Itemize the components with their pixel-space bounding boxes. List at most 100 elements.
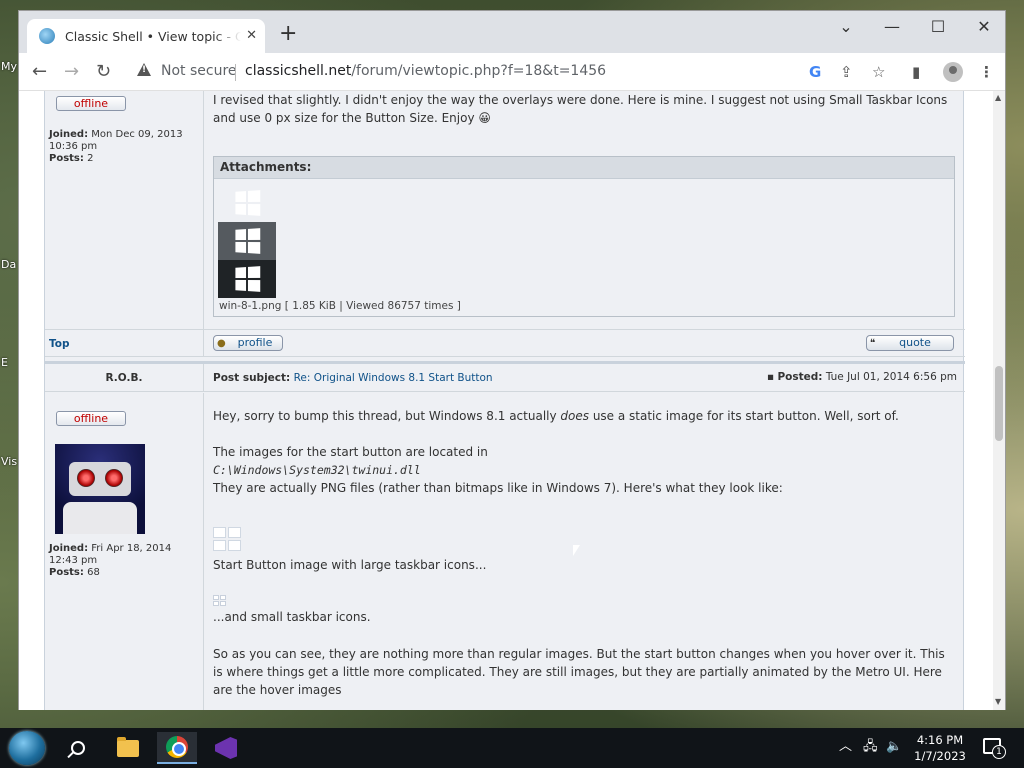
scrollbar-thumb[interactable] [995,366,1003,441]
tab-title: Classic Shell • View topic - Original Wi… [65,28,241,44]
small-start-button-image[interactable] [213,595,226,606]
start-button[interactable] [9,731,45,765]
clock-date: 1/7/2023 [914,749,966,763]
robot-eye [77,469,95,487]
attachments-box: Attachments: win-8-1.png [ 1.85 KiB | Vi… [213,156,955,317]
scroll-down-icon[interactable]: ▼ [995,697,1001,706]
file-explorer-button[interactable] [108,732,148,764]
post1-user-meta: Joined: Mon Dec 09, 2013 10:36 pm Posts:… [49,129,199,165]
post1-text: I revised that slightly. I didn't enjoy … [213,93,948,125]
windows-logo-icon [235,190,261,216]
dll-path: C:\Windows\System32\twinui.dll [213,463,421,477]
close-window-button[interactable]: ✕ [969,17,999,36]
browser-toolbar: ← → ↻ Not secure classicshell.net/forum/… [19,53,1005,91]
post2-subject: Post subject: Re: Original Windows 8.1 S… [213,372,493,384]
profile-button-label: profile [237,336,273,349]
desktop-icon-label[interactable]: My [1,60,17,73]
page-viewport: offline Joined: Mon Dec 09, 2013 10:36 p… [19,91,993,710]
chrome-icon [166,736,188,758]
browser-window: Classic Shell • View topic - Original Wi… [18,10,1006,710]
minimize-button[interactable]: — [877,17,907,36]
warning-icon[interactable] [137,63,151,76]
page-scrollbar[interactable]: ▲ ▼ [993,91,1005,710]
profile-button[interactable]: ● profile [213,335,283,351]
post1-footer: Top ● profile ❝ quote [45,329,965,357]
scroll-up-icon[interactable]: ▲ [995,93,1001,102]
system-clock[interactable]: 4:16 PM 1/7/2023 [910,732,970,764]
back-button[interactable]: ← [32,62,47,82]
forum-post-list: offline Joined: Mon Dec 09, 2013 10:36 p… [44,91,965,710]
subject-link[interactable]: Re: Original Windows 8.1 Start Button [294,372,493,384]
column-divider [203,393,204,710]
large-start-button-image[interactable] [213,527,241,551]
post2-header: R.O.B. Post subject: Re: Original Window… [45,364,965,392]
windows-logo-icon [235,228,261,254]
post2-paragraph-1: Hey, sorry to bump this thread, but Wind… [213,407,958,425]
visual-studio-icon [215,737,237,759]
omnibox-divider [235,64,236,81]
desktop-icon-label[interactable]: Da [1,258,16,271]
posted-value: Tue Jul 01, 2014 6:56 pm [825,371,957,383]
quote-button[interactable]: ❝ quote [866,335,954,351]
side-panel-icon[interactable]: ▮ [912,63,920,81]
tab-close-icon[interactable]: ✕ [246,28,257,44]
post-icon[interactable]: ▪ [767,371,774,383]
caption-small-icons: ...and small taskbar icons. [213,610,371,624]
folder-icon [117,736,139,757]
column-divider [203,364,204,392]
top-link[interactable]: Top [49,338,70,350]
quote-bubble-icon: ❝ [870,338,876,349]
post2-paragraph-2: The images for the start button are loca… [213,443,958,497]
menu-icon[interactable]: ⋮ [979,63,994,81]
posts-label: Posts: [49,567,84,578]
p1-emphasis: does [560,409,589,423]
desktop-icon-label[interactable]: Vis [1,455,17,468]
post2-author[interactable]: R.O.B. [45,372,203,384]
posts-value: 68 [87,567,100,578]
bookmark-star-icon[interactable]: ☆ [872,63,885,81]
security-label[interactable]: Not secure [161,63,237,79]
quote-button-label: quote [899,336,931,349]
online-status-badge: offline [56,411,126,426]
attachment-image-pressed[interactable] [218,260,276,298]
avatar[interactable] [55,444,145,534]
url-text[interactable]: classicshell.net/forum/viewtopic.php?f=1… [245,63,606,79]
posts-label: Posts: [49,153,84,164]
address-bar[interactable]: Not secure classicshell.net/forum/viewto… [131,58,891,86]
robot-head [69,462,131,496]
maximize-button[interactable]: ☐ [923,17,953,36]
posted-label: Posted: [777,371,823,383]
share-icon[interactable]: ⇪ [840,63,853,81]
url-path: /forum/viewtopic.php?f=18&t=1456 [351,63,607,79]
p2-text: The images for the start button are loca… [213,445,488,459]
search-button[interactable] [58,732,98,764]
forward-button[interactable]: → [64,62,79,82]
post2-user-meta: Joined: Fri Apr 18, 2014 12:43 pm Posts:… [49,543,199,579]
attachment-image-hover[interactable] [218,222,276,260]
reload-button[interactable]: ↻ [96,62,111,82]
url-host: classicshell.net [245,63,352,79]
visual-studio-button[interactable] [206,732,246,764]
post1-body: I revised that slightly. I didn't enjoy … [213,91,958,127]
notification-count-badge: 1 [992,745,1006,759]
tab-search-icon[interactable]: ⌄ [831,17,861,36]
network-icon[interactable]: 🖧 [863,739,878,755]
desktop-icon-label[interactable]: E [1,356,8,369]
chrome-taskbar-button[interactable] [157,732,197,764]
new-tab-button[interactable]: + [279,23,297,45]
browser-tab[interactable]: Classic Shell • View topic - Original Wi… [27,19,265,53]
joined-label: Joined: [49,129,89,140]
attachment-image-normal[interactable] [218,184,276,222]
smiley-icon: 😀 [478,111,491,125]
subject-label: Post subject: [213,372,291,384]
taskbar: ︿ 🖧 🔈 4:16 PM 1/7/2023 1 [0,728,1024,768]
google-lens-icon[interactable]: G [809,63,821,81]
volume-icon[interactable]: 🔈 [886,739,902,755]
profile-avatar-icon[interactable] [943,62,963,82]
tray-chevron-icon[interactable]: ︿ [839,739,852,755]
attachment-caption[interactable]: win-8-1.png [ 1.85 KiB | Viewed 86757 ti… [219,300,461,312]
p1-text-end: use a static image for its start button.… [589,409,899,423]
profile-person-icon: ● [217,338,226,349]
title-bar: Classic Shell • View topic - Original Wi… [19,11,1005,53]
mouse-cursor-icon [573,545,580,556]
